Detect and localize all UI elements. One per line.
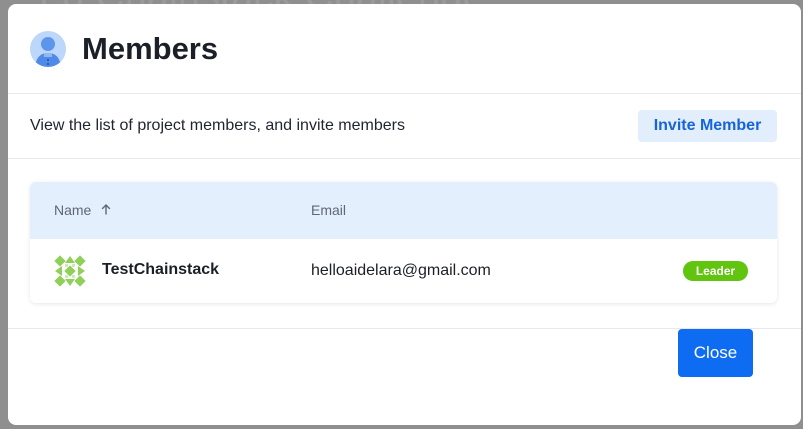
table-row[interactable]: TestChainstack helloaidelara@gmail.com L… xyxy=(30,239,777,303)
column-header-name-label: Name xyxy=(54,202,92,218)
modal-header: Members xyxy=(8,4,801,93)
modal-title: Members xyxy=(82,31,219,66)
column-header-name[interactable]: Name xyxy=(54,202,111,218)
member-email: helloaidelara@gmail.com xyxy=(311,262,491,279)
role-badge: Leader xyxy=(683,261,748,281)
column-header-email: Email xyxy=(311,202,347,218)
members-modal: Members View the list of project members… xyxy=(8,4,801,425)
arrow-up-icon xyxy=(101,202,111,218)
toolbar-divider xyxy=(8,158,801,159)
modal-description: View the list of project members, and in… xyxy=(30,117,405,134)
members-table: Name Email TestChainstack helloaidelara@… xyxy=(30,182,777,303)
close-button[interactable]: Close xyxy=(678,329,753,377)
table-header: Name Email xyxy=(30,182,777,239)
identicon-avatar-icon xyxy=(54,255,86,287)
modal-toolbar: View the list of project members, and in… xyxy=(8,94,801,158)
invite-member-button[interactable]: Invite Member xyxy=(638,110,777,142)
user-avatar-icon xyxy=(30,31,66,67)
member-name: TestChainstack xyxy=(102,261,220,278)
